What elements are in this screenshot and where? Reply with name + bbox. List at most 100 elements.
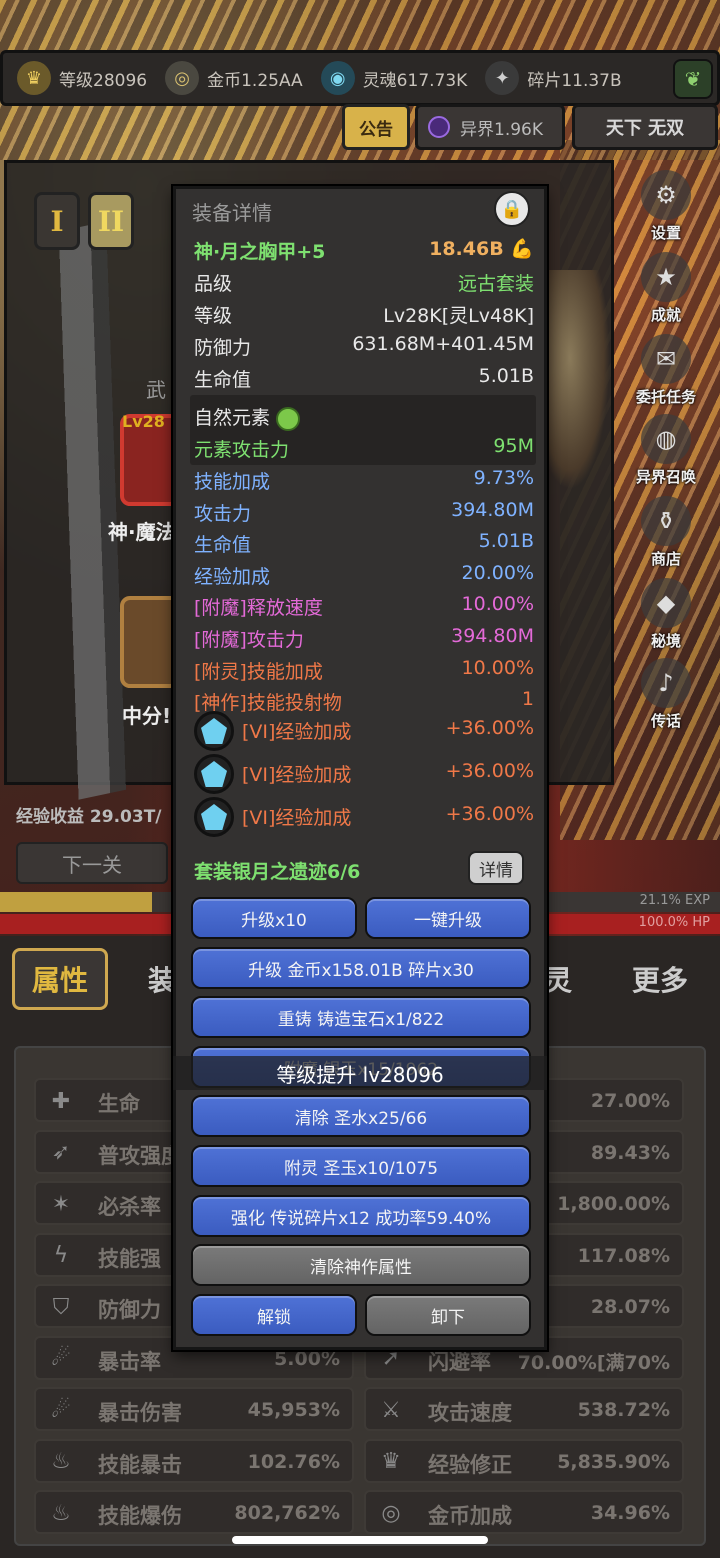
upgrade-cost-button[interactable]: 升级 金币x158.01B 碎片x30: [191, 947, 531, 989]
side-item-label: 传话: [650, 712, 681, 730]
gem-icon[interactable]: [194, 754, 234, 794]
leaf-icon[interactable]: ❦: [673, 59, 713, 99]
stat-value: 70.00%[满70%: [517, 1351, 670, 1374]
world-button[interactable]: 天下 无双: [572, 104, 718, 150]
stat-value: 89.43%: [590, 1141, 670, 1164]
side-item-secret-realm[interactable]: ◆ 秘境: [618, 578, 714, 658]
clear-divine-button[interactable]: 清除神作属性: [191, 1244, 531, 1286]
attribute-label: [附魔]攻击力: [194, 629, 304, 651]
stat-item: ♨ 技能爆伤 802,762%: [34, 1490, 354, 1534]
dialog-title: 装备详情: [192, 201, 272, 225]
side-item-achievements[interactable]: ★ 成就: [618, 252, 714, 332]
attribute-value: 394.80M: [451, 625, 534, 647]
tab-more[interactable]: 更多: [622, 948, 698, 1010]
element-attack-label: 元素攻击力: [194, 439, 290, 461]
attribute-value: 5.01B: [478, 530, 534, 553]
soul-value: 灵魂617.73K: [362, 70, 468, 91]
clear-button[interactable]: 清除 圣水x25/66: [191, 1095, 531, 1137]
side-item-label: 委托任务: [635, 388, 696, 406]
stat-name: 闪避率: [428, 1349, 491, 1374]
level-value: 等级28096: [59, 70, 148, 91]
attribute-label: 技能加成: [194, 471, 271, 493]
side-item-label: 秘境: [650, 632, 681, 650]
set-detail-button[interactable]: 详情: [468, 851, 524, 885]
equipment-slot-weapon[interactable]: Lv28: [120, 412, 180, 506]
star-icon: ★: [641, 252, 691, 302]
soul-resource: ◉ 灵魂617.73K: [320, 61, 468, 95]
attribute-value: 394.80M: [451, 498, 534, 521]
unlock-button[interactable]: 解锁: [191, 1294, 357, 1336]
gem-row: [VI]经验加成 +36.00%: [242, 760, 534, 790]
leaf-icon: [276, 406, 301, 431]
muscle-icon: 💪: [510, 238, 534, 260]
otherworld-button[interactable]: 异界1.96K: [415, 104, 565, 150]
crown-icon: ♛: [381, 1449, 401, 1474]
item-name: 神·月之胸甲+5: [194, 241, 326, 263]
attribute-label: [附灵]技能加成: [194, 660, 323, 683]
side-item-shop[interactable]: ⚱ 商店: [618, 496, 714, 576]
soul-icon: ◉: [320, 61, 355, 95]
spirit-button[interactable]: 附灵 圣玉x10/1075: [191, 1145, 531, 1187]
upgrade-all-button[interactable]: 一键升级: [365, 897, 531, 939]
next-stage-button[interactable]: 下一关: [16, 842, 168, 884]
stat-value: 802,762%: [234, 1502, 340, 1524]
stat-name: 技能暴击: [98, 1452, 182, 1477]
stat-item: ♨ 技能暴击 102.76%: [34, 1438, 354, 1483]
level-label: 等级: [194, 305, 233, 327]
side-item-label: 成就: [650, 306, 681, 324]
stat-name: 暴击率: [98, 1349, 161, 1374]
gold-value: 金币1.25AA: [207, 70, 303, 91]
attribute-row: 生命值 5.01B: [194, 528, 534, 558]
side-item-quests[interactable]: ✉ 委托任务: [618, 334, 714, 414]
gem-icon[interactable]: [194, 797, 234, 837]
side-item-summon[interactable]: ◍ 异界召唤: [618, 414, 714, 494]
gem-icon[interactable]: [194, 711, 234, 751]
portal-icon: ◍: [641, 414, 691, 464]
exp-text: 21.1% EXP: [639, 893, 710, 908]
gold-resource: ◎ 金币1.25AA: [165, 61, 303, 95]
stat-value: 27.00%: [590, 1090, 670, 1112]
gem-row: [VI]经验加成 +36.00%: [242, 717, 534, 747]
grade-row: 品级 远古套装: [194, 267, 534, 297]
attribute-label: 攻击力: [194, 502, 252, 525]
gem-value: +36.00%: [445, 717, 534, 739]
hp-label: 生命值: [194, 369, 252, 391]
attribute-row: 攻击力 394.80M: [194, 497, 534, 527]
tab-page-1[interactable]: I: [34, 192, 80, 250]
stat-value: 102.76%: [247, 1450, 340, 1473]
fragment-icon: ✦: [485, 61, 520, 95]
hp-text: 100.0% HP: [638, 915, 710, 930]
side-menu: ⚙ 设置 ★ 成就 ✉ 委托任务 ◍ 异界召唤 ⚱ 商店 ◆ 秘境 ♪ 传话: [618, 160, 714, 750]
notice-button[interactable]: 公告: [342, 104, 410, 150]
exp-income: 经验收益 29.03T/: [16, 807, 162, 827]
gem-label: [VI]经验加成: [242, 721, 352, 743]
tab-page-2[interactable]: II: [88, 192, 134, 250]
tab-attributes[interactable]: 属性: [12, 948, 108, 1010]
item-power: 18.46B 💪: [429, 238, 534, 260]
item-header: 神·月之胸甲+5 18.46B 💪: [194, 235, 534, 265]
defense-value: 631.68M+401.45M: [352, 333, 534, 355]
upgrade-x10-button[interactable]: 升级x10: [191, 897, 357, 939]
side-item-settings[interactable]: ⚙ 设置: [618, 170, 714, 250]
equipment-slot-2[interactable]: [120, 596, 180, 688]
flame-icon: ♨: [51, 1500, 71, 1526]
stat-name: 普攻强度: [98, 1143, 182, 1168]
side-item-label: 异界召唤: [635, 468, 696, 486]
gem-label: [VI]经验加成: [242, 764, 352, 786]
unequip-button[interactable]: 卸下: [365, 1294, 531, 1336]
gem-value: +36.00%: [445, 760, 534, 782]
reforge-button[interactable]: 重铸 铸造宝石x1/822: [191, 996, 531, 1038]
side-item-message[interactable]: ♪ 传话: [618, 658, 714, 738]
set-name: 套装银月之遗迹6/6: [194, 861, 361, 883]
enhance-button[interactable]: 强化 传说碎片x12 成功率59.40%: [191, 1195, 531, 1237]
lock-icon[interactable]: 🔒: [494, 191, 530, 227]
attribute-row: [附灵]技能加成 10.00%: [194, 655, 534, 685]
grade-label: 品级: [194, 273, 233, 295]
attribute-row: 技能加成 9.73%: [194, 465, 534, 495]
swords-icon: ⚔: [381, 1397, 401, 1423]
stat-name: 攻击速度: [428, 1401, 512, 1425]
element-row: 自然元素: [194, 401, 534, 431]
gem-row: [VI]经验加成 +36.00%: [242, 803, 534, 833]
otherworld-value: 异界1.96K: [460, 119, 543, 140]
home-indicator[interactable]: [232, 1536, 488, 1544]
